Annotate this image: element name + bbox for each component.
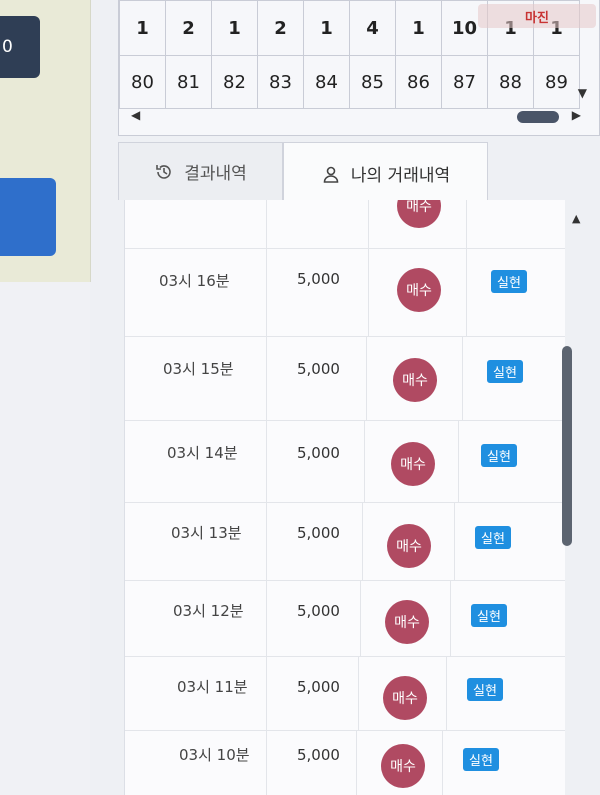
table-row: 매수	[125, 200, 565, 249]
grid-number-row: 80 81 82 83 84 85 86 87 88 89	[119, 55, 580, 109]
table-row: 03시 11분 5,000 매수 실현	[125, 656, 565, 731]
trade-amount: 5,000	[297, 746, 340, 764]
buy-badge: 매수	[387, 524, 431, 568]
buy-badge: 매수	[391, 442, 435, 486]
grid-scroll-down-arrow-icon[interactable]: ▼	[578, 86, 587, 100]
watermark-logo: 마진	[478, 4, 596, 28]
scroll-left-arrow-icon[interactable]: ◀	[131, 108, 140, 122]
horizontal-scroll-thumb[interactable]	[517, 111, 559, 123]
grid-number-cell: 85	[349, 55, 396, 109]
grid-count-cell: 2	[257, 0, 304, 56]
list-scroll-up-arrow-icon[interactable]: ▲	[572, 212, 580, 225]
buy-badge: 매수	[385, 600, 429, 644]
trade-amount: 5,000	[297, 360, 340, 378]
grid-number-cell: 82	[211, 55, 258, 109]
grid-number-cell: 86	[395, 55, 442, 109]
left-lower-area	[0, 282, 90, 795]
trade-time: 03시 10분	[179, 746, 250, 764]
grid-number-cell: 89	[533, 55, 580, 109]
grid-count-cell: 1	[303, 0, 350, 56]
trade-amount: 5,000	[297, 270, 340, 288]
left-blue-button[interactable]	[0, 178, 56, 256]
grid-number-cell: 83	[257, 55, 304, 109]
grid-count-cell: 1	[395, 0, 442, 56]
history-tabs: 결과내역 나의 거래내역	[118, 142, 600, 204]
grid-number-cell: 81	[165, 55, 212, 109]
table-row: 03시 13분 5,000 매수 실현	[125, 502, 565, 581]
trade-time: 03시 13분	[171, 524, 242, 542]
grid-number-cell: 88	[487, 55, 534, 109]
buy-badge: 매수	[381, 744, 425, 788]
trade-time: 03시 14분	[167, 444, 238, 462]
grid-count-cell: 4	[349, 0, 396, 56]
realized-badge: 실현	[491, 270, 527, 293]
grid-number-cell: 80	[119, 55, 166, 109]
grid-number-cell: 87	[441, 55, 488, 109]
grid-count-cell: 2	[165, 0, 212, 56]
realized-badge: 실현	[487, 360, 523, 383]
trade-time: 03시 11분	[177, 678, 248, 696]
trade-time: 03시 15분	[163, 360, 234, 378]
grid-count-cell: 1	[119, 0, 166, 56]
table-row: 03시 15분 5,000 매수 실현	[125, 336, 565, 421]
left-dark-button[interactable]: 0	[0, 16, 40, 78]
table-row: 03시 14분 5,000 매수 실현	[125, 420, 565, 503]
list-vertical-scroll-thumb[interactable]	[562, 346, 572, 546]
watermark-text: 마진	[525, 10, 549, 26]
buy-badge: 매수	[393, 358, 437, 402]
table-row: 03시 10분 5,000 매수 실현	[125, 730, 565, 795]
left-side-panel: 0	[0, 0, 91, 282]
realized-badge: 실현	[475, 526, 511, 549]
history-icon	[154, 162, 174, 182]
tab-my-trades-label: 나의 거래내역	[350, 166, 451, 186]
scroll-right-arrow-icon[interactable]: ▶	[572, 108, 581, 122]
user-icon	[321, 164, 341, 184]
realized-badge: 실현	[471, 604, 507, 627]
realized-badge: 실현	[467, 678, 503, 701]
realized-badge: 실현	[481, 444, 517, 467]
tab-results[interactable]: 결과내역	[118, 142, 283, 200]
trade-amount: 5,000	[297, 524, 340, 542]
buy-badge: 매수	[383, 676, 427, 720]
trade-time: 03시 12분	[173, 602, 244, 620]
grid-horizontal-scrollbar[interactable]: ◀ ▶	[131, 108, 581, 126]
left-button-text: 0	[2, 37, 13, 57]
tab-my-trades[interactable]: 나의 거래내역	[283, 142, 488, 204]
trade-amount: 5,000	[297, 678, 340, 696]
grid-number-cell: 84	[303, 55, 350, 109]
trade-history-list: 매수 03시 16분 5,000 매수 실현 03시 15분 5,000 매수 …	[124, 200, 565, 795]
table-row: 03시 12분 5,000 매수 실현	[125, 580, 565, 657]
tab-results-label: 결과내역	[184, 164, 247, 184]
buy-badge: 매수	[397, 268, 441, 312]
trade-amount: 5,000	[297, 444, 340, 462]
trade-time: 03시 16분	[159, 272, 230, 290]
table-row: 03시 16분 5,000 매수 실현	[125, 248, 565, 337]
trade-amount: 5,000	[297, 602, 340, 620]
grid-count-cell: 1	[211, 0, 258, 56]
realized-badge: 실현	[463, 748, 499, 771]
